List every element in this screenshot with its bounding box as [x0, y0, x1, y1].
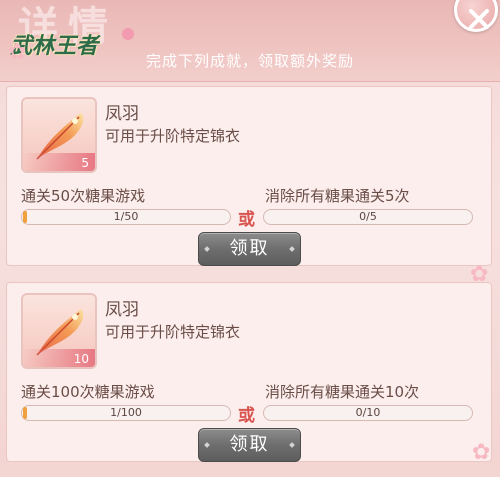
task-b-progress-bar: 0/10: [263, 405, 473, 421]
claim-button[interactable]: 领取: [198, 232, 301, 266]
progress-text: 0/10: [355, 406, 381, 419]
reward-item-slot[interactable]: 10: [21, 293, 97, 369]
flower-icon: [122, 28, 134, 40]
panel-header: 详情 武林王者 完成下列成就，领取额外奖励: [0, 0, 500, 82]
reward-card: 5 凤羽 可用于升阶特定锦衣 通关50次糖果游戏 1/50 或 消除所有糖果通关…: [6, 86, 492, 266]
task-a-progress-bar: 1/50: [21, 209, 231, 225]
flower-icon: ✿: [472, 440, 491, 465]
item-description: 可用于升阶特定锦衣: [105, 323, 241, 341]
reward-item-slot[interactable]: 5: [21, 97, 97, 173]
task-b-label: 消除所有糖果通关5次: [265, 187, 410, 205]
task-b-progress-bar: 0/5: [263, 209, 473, 225]
progress-text: 0/5: [359, 210, 377, 223]
or-separator: 或: [238, 210, 255, 230]
panel-subtitle: 完成下列成就，领取额外奖励: [145, 52, 354, 70]
reward-card: 10 凤羽 可用于升阶特定锦衣 通关100次糖果游戏 1/100 或 消除所有糖…: [6, 282, 492, 462]
task-b-label: 消除所有糖果通关10次: [265, 383, 420, 401]
item-description: 可用于升阶特定锦衣: [105, 127, 241, 145]
flower-icon: ✿: [8, 40, 27, 65]
task-a-label: 通关50次糖果游戏: [21, 187, 146, 205]
item-count: 5: [81, 156, 89, 170]
task-a-progress-bar: 1/100: [21, 405, 231, 421]
close-icon: [469, 9, 489, 29]
task-a-label: 通关100次糖果游戏: [21, 383, 155, 401]
progress-text: 1/100: [110, 406, 142, 419]
achievement-panel: 详情 武林王者 完成下列成就，领取额外奖励 5 凤羽 可用于升阶特定锦衣 通关5…: [0, 0, 500, 477]
item-name: 凤羽: [105, 300, 139, 320]
item-name: 凤羽: [105, 104, 139, 124]
item-count: 10: [73, 352, 89, 366]
claim-button[interactable]: 领取: [198, 428, 301, 462]
progress-text: 1/50: [113, 210, 139, 223]
or-separator: 或: [238, 406, 255, 426]
flower-icon: ✿: [470, 262, 489, 287]
